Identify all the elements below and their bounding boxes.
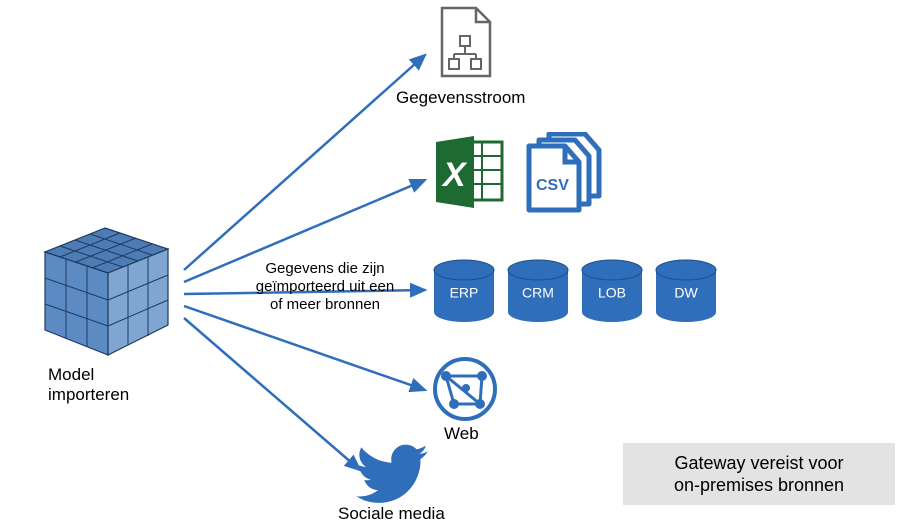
source-title-line2: importeren <box>48 385 188 405</box>
dataflow-label: Gegevensstroom <box>396 88 525 108</box>
cube-icon <box>40 225 175 365</box>
gateway-note-line2: on-premises bronnen <box>674 474 844 497</box>
dataflow-group <box>432 4 502 89</box>
web-label: Web <box>444 424 479 444</box>
databases-row: ERP CRM LOB DW <box>432 258 732 333</box>
svg-text:DW: DW <box>674 285 698 301</box>
edge-label-line2: geïmporteerd uit een <box>235 278 415 296</box>
csv-text: CSV <box>536 177 569 194</box>
edge-label: Gegevens die zijn geïmporteerd uit een o… <box>235 260 415 314</box>
source-title: Model importeren <box>48 365 188 405</box>
gateway-note-line1: Gateway vereist voor <box>674 452 844 475</box>
gateway-note: Gateway vereist voor on-premises bronnen <box>623 443 895 505</box>
db-dw: DW <box>656 260 716 322</box>
twitter-icon <box>356 444 428 509</box>
source-title-line1: Model <box>48 365 188 385</box>
edge-label-line3: of meer bronnen <box>235 296 415 314</box>
db-crm: CRM <box>508 260 568 322</box>
csv-icon: CSV <box>525 132 615 219</box>
excel-letter: X <box>441 156 468 194</box>
db-lob: LOB <box>582 260 642 322</box>
edge-label-line1: Gegevens die zijn <box>235 260 415 278</box>
excel-icon: X <box>430 134 510 217</box>
svg-text:ERP: ERP <box>450 285 479 301</box>
svg-text:LOB: LOB <box>598 285 626 301</box>
dataflow-file-icon <box>432 4 502 84</box>
source-cube-group <box>40 225 175 370</box>
db-erp: ERP <box>434 260 494 322</box>
web-icon <box>430 354 500 429</box>
svg-text:CRM: CRM <box>522 285 554 301</box>
social-label: Sociale media <box>338 504 445 524</box>
